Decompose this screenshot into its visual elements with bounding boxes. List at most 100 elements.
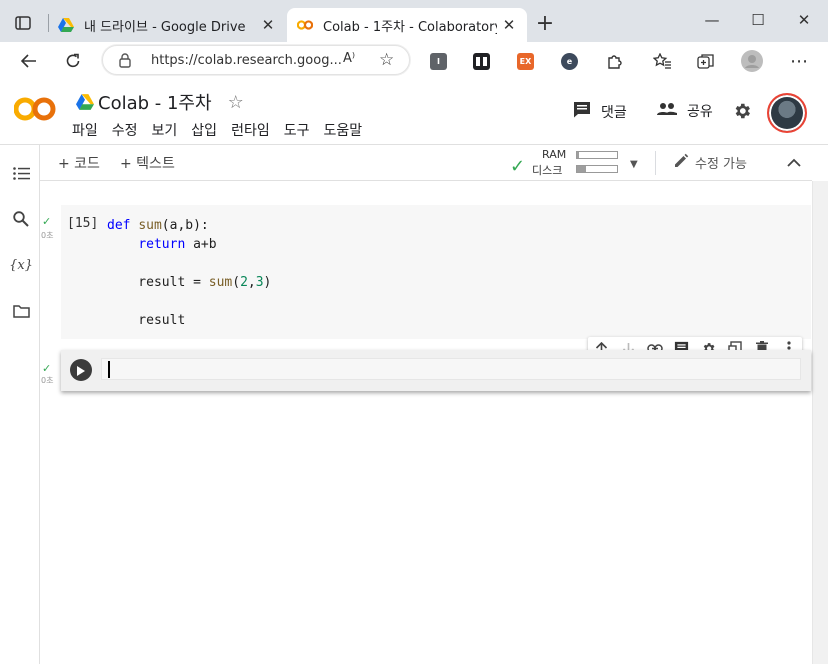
ram-usage-fill (577, 152, 579, 158)
profile-icon[interactable] (738, 47, 766, 75)
address-url: https://colab.research.goog... (151, 53, 342, 68)
add-favorite-icon[interactable]: ☆ (379, 50, 394, 70)
play-icon (77, 361, 85, 380)
code-token: 2 (240, 275, 248, 290)
code-token: sum (208, 275, 233, 290)
code-token: sum (138, 218, 162, 233)
google-drive-icon (58, 17, 74, 33)
browser-tab-drive[interactable]: 내 드라이브 - Google Drive ✕ (48, 8, 286, 42)
code-line: result = sum(2,3) (107, 273, 271, 292)
chevron-up-icon[interactable] (787, 153, 801, 171)
menu-view[interactable]: 보기 (152, 120, 178, 140)
code-cell-active[interactable] (61, 350, 811, 391)
colab-icon (297, 17, 313, 33)
code-editor-input[interactable] (101, 358, 801, 380)
code-token: return (138, 237, 186, 252)
people-icon (657, 102, 677, 120)
comment-button[interactable]: 댓글 (573, 101, 627, 122)
notebook-title[interactable]: Colab - 1주차 (98, 89, 212, 115)
extensions-puzzle-icon[interactable] (600, 47, 628, 75)
menu-edit[interactable]: 수정 (112, 120, 138, 140)
code-editor[interactable]: def sum(a,b): return a+b result = sum(2,… (107, 216, 271, 330)
code-token: , (247, 275, 256, 290)
settings-icon[interactable] (732, 101, 754, 123)
menu-insert[interactable]: 삽입 (191, 120, 217, 140)
cell-exec-time: 0초 (41, 376, 54, 385)
ram-label: RAM (542, 148, 567, 161)
avatar[interactable] (767, 93, 807, 133)
disk-usage-fill (577, 166, 586, 172)
back-icon[interactable] (15, 47, 43, 75)
run-cell-button[interactable] (70, 359, 92, 381)
cell-status-check-icon: ✓ (42, 362, 52, 375)
vertical-scrollbar[interactable] (812, 181, 828, 664)
refresh-icon[interactable] (59, 47, 87, 75)
variables-icon[interactable]: {x} (9, 255, 33, 275)
files-icon[interactable] (11, 301, 31, 321)
new-tab-button[interactable]: + (532, 12, 558, 38)
minimize-button[interactable]: — (689, 0, 735, 40)
search-icon[interactable] (11, 209, 31, 229)
add-text-button[interactable]: + 텍스트 (120, 153, 175, 173)
star-icon[interactable]: ☆ (228, 92, 244, 113)
extension-icon[interactable]: EX (517, 53, 534, 70)
chevron-down-icon[interactable]: ▼ (630, 159, 638, 170)
exec-count: [15] (67, 216, 99, 231)
cell-status-check-icon: ✓ (42, 215, 52, 228)
code-token: (a,b): (161, 218, 209, 233)
menu-help[interactable]: 도움말 (323, 120, 362, 140)
tab-title: 내 드라이브 - Google Drive (84, 19, 246, 35)
colab-logo[interactable] (13, 94, 56, 124)
toolbar-divider (655, 151, 656, 175)
comment-icon (573, 101, 591, 122)
browser-menu-icon[interactable]: ⋯ (785, 47, 813, 75)
extension-icon[interactable]: I (430, 53, 447, 70)
menu-bar: 파일 수정 보기 삽입 런타임 도구 도움말 (72, 120, 376, 140)
edit-mode-label: 수정 가능 (695, 157, 747, 172)
edit-mode-button[interactable]: 수정 가능 (674, 153, 747, 172)
close-tab-icon[interactable]: ✕ (256, 13, 280, 37)
code-line: result (107, 311, 271, 330)
menu-tools[interactable]: 도구 (284, 120, 310, 140)
address-bar[interactable]: https://colab.research.goog... A⁾ ☆ (102, 45, 410, 75)
pencil-icon (674, 153, 689, 172)
menu-runtime[interactable]: 런타임 (231, 120, 270, 140)
extension-icon[interactable] (473, 53, 490, 70)
browser-tab-strip: 내 드라이브 - Google Drive ✕ Colab - 1주차 - Co… (0, 0, 828, 42)
share-button[interactable]: 공유 (657, 101, 713, 121)
google-drive-icon[interactable] (76, 94, 94, 110)
table-of-contents-icon[interactable] (11, 163, 31, 183)
favorites-icon[interactable] (648, 47, 676, 75)
collections-icon[interactable] (692, 47, 720, 75)
close-tab-icon[interactable]: ✕ (497, 13, 521, 37)
add-code-button[interactable]: + 코드 (58, 153, 100, 173)
maximize-button[interactable]: ☐ (735, 0, 781, 40)
menu-file[interactable]: 파일 (72, 120, 98, 140)
code-token: result (107, 313, 186, 328)
code-token: def (107, 218, 139, 233)
text-cursor (108, 361, 110, 378)
code-token: result = (107, 275, 209, 290)
tab-title: Colab - 1주차 - Colaboratory (323, 19, 497, 35)
read-aloud-icon[interactable]: A⁾ (343, 51, 355, 66)
close-window-button[interactable]: ✕ (781, 0, 827, 40)
colab-header: Colab - 1주차 ☆ 파일 수정 보기 삽입 런타임 도구 도움말 댓글 … (0, 80, 828, 145)
comment-label: 댓글 (601, 104, 627, 121)
code-token: ) (263, 275, 272, 290)
tab-actions-icon[interactable] (10, 12, 36, 34)
browser-tab-colab[interactable]: Colab - 1주차 - Colaboratory ✕ (287, 8, 527, 42)
extension-icon[interactable]: e (561, 53, 578, 70)
code-token: 3 (255, 275, 264, 290)
cell-exec-time: 0초 (41, 231, 54, 240)
connected-check-icon: ✓ (510, 156, 526, 177)
code-token: ( (232, 275, 241, 290)
notebook-title-row: Colab - 1주차 ☆ (76, 89, 244, 115)
code-cell[interactable]: [15] def sum(a,b): return a+b result = s… (61, 205, 811, 339)
ram-usage-bar (576, 151, 618, 159)
code-line: def sum(a,b): (107, 216, 271, 235)
notebook-toolbar: + 코드 + 텍스트 ✓ RAM 디스크 ▼ 수정 가능 (40, 145, 812, 181)
lock-icon (119, 53, 133, 69)
